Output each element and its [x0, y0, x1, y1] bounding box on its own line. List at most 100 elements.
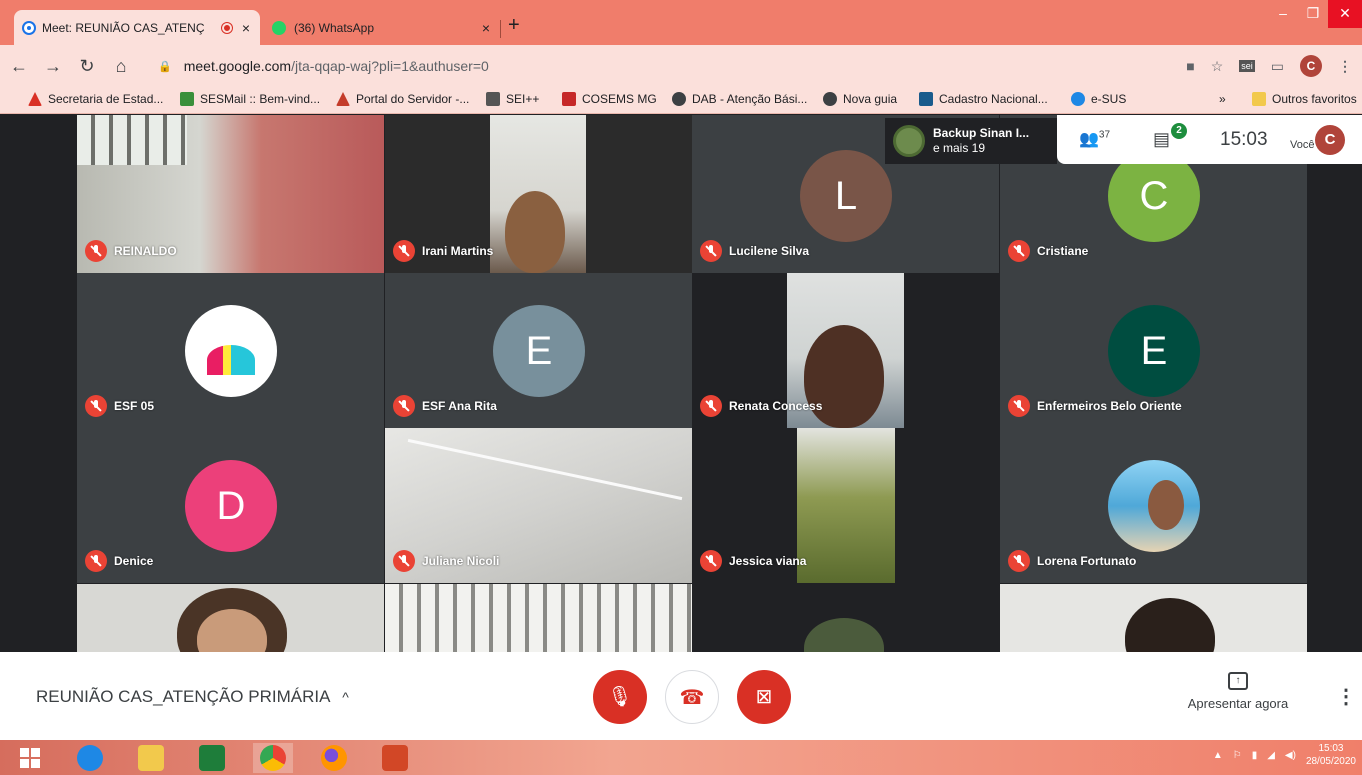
participant-tile[interactable]: ESF 05 [77, 273, 384, 428]
mic-off-icon [700, 395, 722, 417]
participant-video [797, 428, 895, 583]
home-button[interactable]: ⌂ [106, 56, 136, 77]
self-avatar[interactable]: C [1315, 125, 1345, 155]
profile-avatar[interactable]: C [1300, 55, 1322, 77]
meet-bottom-bar: REUNIÃO CAS_ATENÇÃO PRIMÁRIA ^ 🎙 ☎ ⊠ ↑ A… [0, 652, 1362, 740]
firefox-icon [321, 745, 347, 771]
bookmark-item[interactable]: Nova guia [823, 92, 897, 106]
bookmark-label: SESMail :: Bem-vind... [200, 92, 321, 106]
participant-tile[interactable] [1000, 584, 1307, 652]
taskbar-file-explorer[interactable] [131, 743, 171, 773]
taskbar-internet-explorer[interactable] [70, 743, 110, 773]
mic-toggle-button[interactable]: 🎙 [593, 670, 647, 724]
participant-tile[interactable]: Lorena Fortunato [1000, 428, 1307, 583]
tab-close-icon[interactable]: × [242, 20, 250, 36]
participant-label: Lorena Fortunato [1008, 550, 1136, 572]
tab-whatsapp[interactable]: (36) WhatsApp × [262, 10, 500, 45]
participant-tile[interactable]: E ESF Ana Rita [385, 273, 692, 428]
bookmark-label: e-SUS [1091, 92, 1127, 106]
bookmark-item[interactable]: Cadastro Nacional... [919, 92, 1048, 106]
folder-icon [1252, 92, 1266, 106]
network-error-icon[interactable]: ⚐ [1233, 750, 1242, 761]
reload-button[interactable]: ↻ [72, 56, 102, 77]
recording-indicator-icon [221, 22, 232, 33]
participant-label: Jessica viana [700, 550, 806, 572]
participants-button[interactable]: 👥37 [1079, 129, 1110, 149]
participant-tile[interactable]: Renata Concess [692, 273, 999, 428]
bookmark-item[interactable]: SESMail :: Bem-vind... [180, 92, 320, 106]
present-screen-icon: ↑ [1228, 672, 1248, 690]
taskbar-store[interactable] [192, 743, 232, 773]
participant-name: Enfermeiros Belo Oriente [1037, 399, 1182, 413]
mic-off-icon [700, 240, 722, 262]
participant-label: Denice [85, 550, 153, 572]
chat-button[interactable]: ▤ [1153, 129, 1170, 150]
meeting-title[interactable]: REUNIÃO CAS_ATENÇÃO PRIMÁRIA ^ [36, 687, 349, 707]
tray-overflow-icon[interactable]: ▲ [1213, 750, 1223, 761]
toolbar-actions: ■ ☆ sei ▭ C ⋮ [1186, 55, 1352, 77]
taskbar-firefox[interactable] [314, 743, 354, 773]
system-tray: ▲ ⚐ ▮ ◢ ◀) 15:03 28/05/2020 [1213, 742, 1356, 768]
taskbar-chrome[interactable] [253, 743, 293, 773]
other-bookmarks-folder[interactable]: Outros favoritos [1252, 92, 1357, 106]
wifi-icon[interactable]: ◢ [1267, 750, 1275, 761]
minimize-button[interactable]: – [1268, 0, 1298, 28]
back-button[interactable]: ← [4, 56, 34, 77]
new-tab-button[interactable]: + [508, 14, 520, 37]
participant-name: Cristiane [1037, 244, 1089, 258]
restore-button[interactable]: ❐ [1298, 0, 1328, 28]
taskbar-clock[interactable]: 15:03 28/05/2020 [1306, 742, 1356, 768]
chat-icon: ▤ [1153, 129, 1171, 149]
leave-call-button[interactable]: ☎ [665, 670, 719, 724]
sei-extension-icon[interactable]: sei [1239, 60, 1255, 72]
recording-notice[interactable]: Backup Sinan I... e mais 19 [885, 118, 1057, 164]
chrome-icon [260, 745, 286, 771]
globe-icon [672, 92, 686, 106]
camera-in-use-icon[interactable]: ■ [1186, 58, 1194, 74]
bookmark-item[interactable]: Secretaria de Estad... [28, 92, 163, 106]
present-now-button[interactable]: ↑ Apresentar agora [1182, 672, 1294, 711]
camera-toggle-button[interactable]: ⊠ [737, 670, 791, 724]
bookmark-item[interactable]: DAB - Atenção Bási... [672, 92, 807, 106]
battery-icon[interactable]: ▮ [1252, 750, 1258, 761]
browser-menu-icon[interactable]: ⋮ [1338, 58, 1352, 75]
participant-name: ESF 05 [114, 399, 155, 413]
participant-tile[interactable]: Juliane Nicoli [385, 428, 692, 583]
more-options-icon[interactable]: ⋮ [1336, 684, 1356, 709]
participant-tile[interactable]: REINALDO [77, 115, 384, 273]
bookmark-item[interactable]: COSEMS MG [562, 92, 657, 106]
participant-name: Lorena Fortunato [1037, 554, 1137, 568]
forward-button[interactable]: → [38, 56, 68, 77]
bookmark-item[interactable]: Portal do Servidor -... [336, 92, 469, 106]
address-bar[interactable]: 🔒 meet.google.com /jta-qqap-waj?pli=1&au… [148, 52, 1188, 80]
participant-tile[interactable]: Jessica viana [692, 428, 999, 583]
tab-meet[interactable]: Meet: REUNIÃO CAS_ATENÇ × [14, 10, 260, 45]
bookmark-star-icon[interactable]: ☆ [1211, 58, 1224, 75]
participant-tile[interactable]: Irani Martins [385, 115, 692, 273]
bookmark-item[interactable]: e-SUS [1071, 92, 1126, 106]
bookmark-item[interactable]: SEI++ [486, 92, 539, 106]
participant-name: Jessica viana [729, 554, 807, 568]
tab-close-icon[interactable]: × [482, 20, 490, 36]
participant-video [804, 618, 884, 652]
participant-label: REINALDO [85, 240, 177, 262]
start-button[interactable] [10, 743, 50, 773]
bookmark-label: Outros favoritos [1272, 92, 1357, 106]
volume-icon[interactable]: ◀) [1285, 750, 1296, 761]
recording-subtitle: e mais 19 [933, 141, 986, 155]
bookmarks-overflow-button[interactable]: » [1219, 92, 1226, 106]
participant-tile[interactable] [692, 584, 999, 652]
hang-up-icon: ☎ [679, 687, 705, 709]
family-logo-icon [207, 345, 255, 375]
participant-tile[interactable] [77, 584, 384, 652]
bookmark-label: DAB - Atenção Bási... [692, 92, 808, 106]
window-controls: – ❐ ✕ [1268, 0, 1362, 28]
taskbar-powerpoint[interactable] [375, 743, 415, 773]
close-window-button[interactable]: ✕ [1328, 0, 1362, 28]
participant-tile[interactable] [385, 584, 692, 652]
bookmark-label: COSEMS MG [582, 92, 657, 106]
participant-label: Lucilene Silva [700, 240, 809, 262]
participant-tile[interactable]: D Denice [77, 428, 384, 583]
cast-icon[interactable]: ▭ [1271, 58, 1284, 75]
participant-tile[interactable]: E Enfermeiros Belo Oriente [1000, 273, 1307, 428]
